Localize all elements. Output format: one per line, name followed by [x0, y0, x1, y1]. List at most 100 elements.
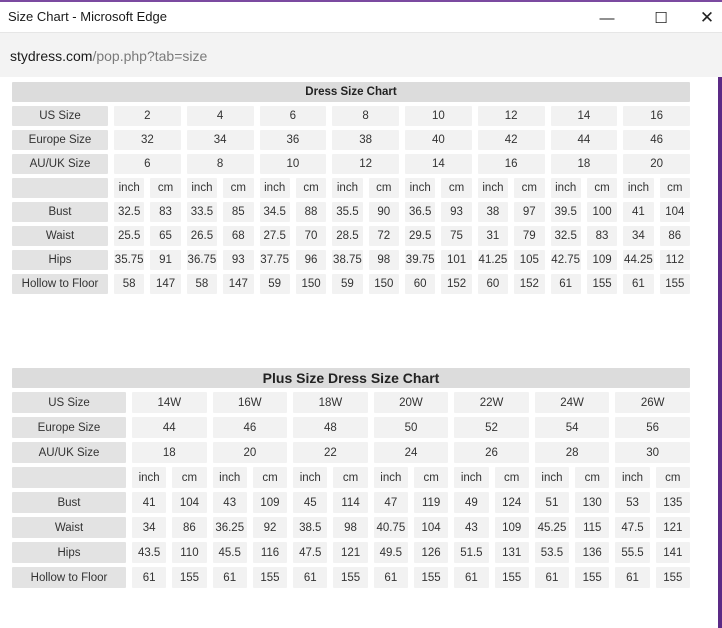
measurement-value: 27.5 [259, 226, 290, 246]
size-value: 40 [405, 130, 472, 150]
measurement-value: 75 [441, 226, 472, 246]
page-content: Dress Size Chart US Size 2 4 6 8 10 12 14 16 Europ… [0, 77, 718, 628]
size-value: 8 [186, 154, 254, 174]
measurement-value: 105 [514, 250, 545, 270]
row-label: Bust [12, 492, 126, 513]
unit-cm: cm [441, 178, 472, 198]
unit-row: inch cm inch cm inch cm inch cm inch cm inch cm inch… [12, 467, 690, 488]
measurement-row: Hollow to Floor 58 147 58 147 59 150 59 150 60 152… [12, 274, 690, 294]
measurement-value: 97 [514, 202, 545, 222]
size-value: 46 [623, 130, 690, 150]
unit-inch: inch [615, 467, 650, 488]
measurement-value: 36.5 [405, 202, 436, 222]
url-text[interactable]: stydress.com/pop.php?tab=size [10, 48, 207, 64]
plus-size-chart-body: Plus Size Dress Size Chart US Size 14W 16W 1… [12, 368, 690, 588]
row-label: Hips [12, 250, 108, 270]
measurement-value: 61 [132, 567, 167, 588]
measurement-value: 126 [413, 542, 449, 563]
unit-inch: inch [454, 467, 489, 488]
measurement-value: 130 [575, 492, 610, 513]
scrollbar[interactable] [718, 77, 722, 628]
measurement-value: 53.5 [534, 542, 570, 563]
unit-inch: inch [405, 178, 436, 198]
measurement-value: 152 [514, 274, 545, 294]
address-bar[interactable]: stydress.com/pop.php?tab=size [0, 33, 722, 77]
measurement-value: 60 [477, 274, 509, 294]
unit-row: inch cm inch cm inch cm inch cm inch cm inch cm inch… [12, 178, 690, 198]
row-label: US Size [12, 106, 108, 126]
size-value: 16 [623, 106, 690, 126]
measurement-value: 115 [575, 517, 610, 538]
measurement-value: 28.5 [332, 226, 363, 246]
maximize-icon: ☐ [654, 10, 668, 27]
row-label: Europe Size [12, 417, 126, 438]
measurement-value: 45.5 [212, 542, 247, 563]
measurement-value: 43 [454, 517, 489, 538]
measurement-value: 147 [223, 274, 254, 294]
row-label: Waist [12, 226, 108, 246]
url-domain: stydress.com [10, 48, 93, 64]
size-value: 10 [405, 106, 472, 126]
size-value: 32 [114, 130, 181, 150]
measurement-value: 147 [150, 274, 181, 294]
measurement-row: Bust 41 104 43 109 45 114 47 119 49 124 51 130 53 135 [12, 492, 690, 513]
row-label: Europe Size [12, 130, 108, 150]
measurement-value: 135 [655, 492, 690, 513]
measurement-value: 96 [295, 250, 327, 270]
measurement-value: 155 [586, 274, 618, 294]
chart-title-row: Plus Size Dress Size Chart [12, 368, 690, 388]
close-button[interactable]: ✕ [684, 4, 722, 32]
plus-size-chart: Plus Size Dress Size Chart US Size 14W 16W 1… [6, 364, 696, 592]
maximize-button[interactable]: ☐ [638, 4, 684, 32]
measurement-value: 109 [494, 517, 529, 538]
measurement-value: 34 [623, 226, 654, 246]
measurement-row: Hollow to Floor 61 155 61 155 61 155 61 155 61 155… [12, 567, 690, 588]
unit-cm: cm [413, 467, 449, 488]
measurement-value: 121 [655, 517, 690, 538]
unit-cm: cm [252, 467, 288, 488]
unit-cm: cm [494, 467, 529, 488]
measurement-row: Hips 43.5 110 45.5 116 47.5 121 49.5 126 51.5 131 5… [12, 542, 690, 563]
unit-inch: inch [332, 178, 363, 198]
unit-inch: inch [186, 178, 218, 198]
unit-inch: inch [373, 467, 408, 488]
measurement-value: 32.5 [550, 226, 581, 246]
measurement-value: 58 [114, 274, 145, 294]
size-value: 56 [615, 417, 690, 438]
size-row: US Size 14W 16W 18W 20W 22W 24W 26W [12, 392, 690, 413]
size-value: 18 [132, 442, 207, 463]
size-value: 16 [477, 154, 545, 174]
unit-inch: inch [212, 467, 247, 488]
title-bar: Size Chart - Microsoft Edge — ☐ ✕ [0, 2, 722, 33]
measurement-value: 29.5 [405, 226, 436, 246]
measurement-value: 61 [373, 567, 408, 588]
measurement-value: 42.75 [550, 250, 581, 270]
unit-cm: cm [295, 178, 327, 198]
size-value: 4 [186, 106, 254, 126]
minimize-button[interactable]: — [584, 4, 630, 32]
size-value: 52 [454, 417, 529, 438]
measurement-value: 61 [550, 274, 581, 294]
size-value: 2 [114, 106, 181, 126]
row-label: Waist [12, 517, 126, 538]
measurement-row: Bust 32.5 83 33.5 85 34.5 88 35.5 90 36.5 93 38 97 39… [12, 202, 690, 222]
size-value: 28 [534, 442, 610, 463]
window-title: Size Chart - Microsoft Edge [8, 9, 167, 24]
unit-inch: inch [114, 178, 145, 198]
measurement-value: 114 [333, 492, 368, 513]
size-row: AU/UK Size 18 20 22 24 26 28 30 [12, 442, 690, 463]
measurement-value: 49.5 [373, 542, 408, 563]
measurement-value: 116 [252, 542, 288, 563]
measurement-value: 39.75 [405, 250, 436, 270]
measurement-value: 47 [373, 492, 408, 513]
size-row: US Size 2 4 6 8 10 12 14 16 [12, 106, 690, 126]
measurement-value: 38 [477, 202, 509, 222]
measurement-value: 33.5 [186, 202, 218, 222]
measurement-value: 83 [150, 202, 181, 222]
size-value: 46 [212, 417, 288, 438]
size-row: Europe Size 32 34 36 38 40 42 44 46 [12, 130, 690, 150]
size-value: 18W [293, 392, 368, 413]
measurement-row: Waist 34 86 36.25 92 38.5 98 40.75 104 43 109 45.25… [12, 517, 690, 538]
measurement-value: 109 [586, 250, 618, 270]
measurement-value: 55.5 [615, 542, 650, 563]
